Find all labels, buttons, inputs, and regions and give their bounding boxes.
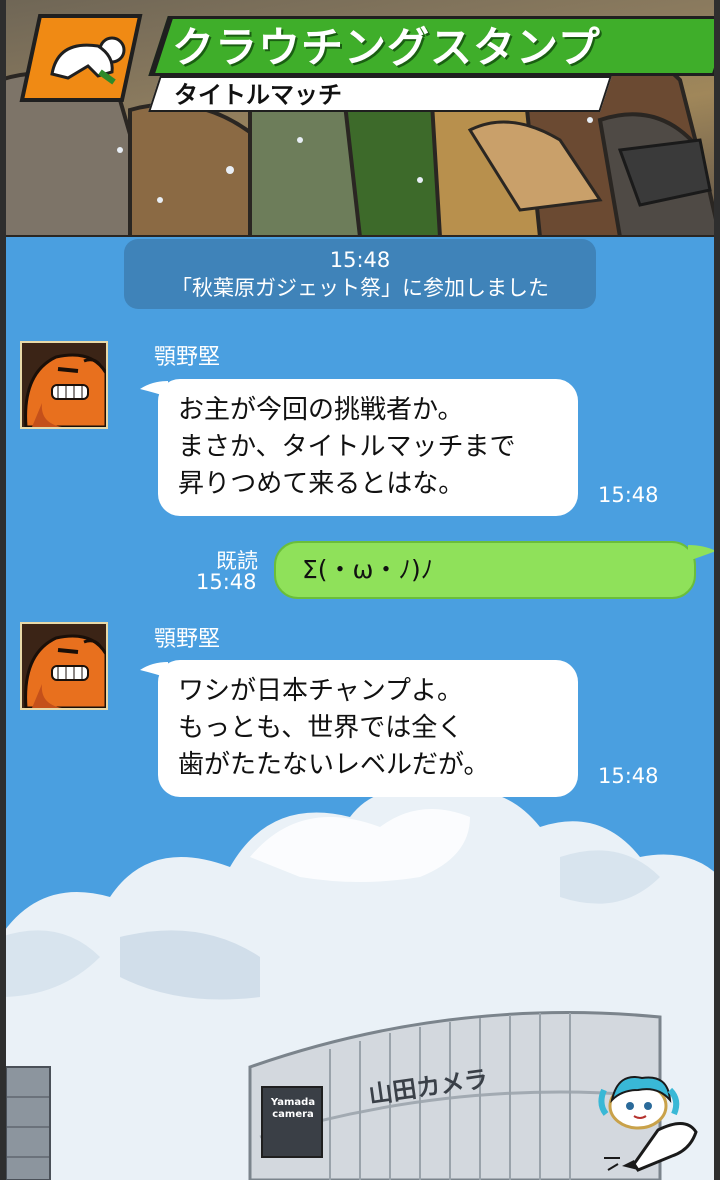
orange-brute-avatar-icon: [22, 343, 106, 427]
character-pen-icon[interactable]: [598, 1070, 702, 1174]
message-line: まさか、タイトルマッチまで: [178, 432, 516, 462]
sender-name: 顎野堅: [154, 345, 221, 370]
camera-logo-line2: camera: [272, 1109, 314, 1120]
message-line: お主が今回の挑戦者か。: [178, 395, 464, 425]
stamp-title: クラウチングスタンプ: [172, 23, 601, 72]
crouching-figure-icon: [19, 14, 143, 102]
message-time: 15:48: [598, 483, 659, 507]
system-message-text: 「秋葉原ガジェット祭」に参加しました: [171, 276, 549, 300]
system-message-time: 15:48: [329, 248, 391, 272]
frame-left-border: [0, 0, 6, 1180]
chat-area[interactable]: Yamada camera 山田カメラ 15:48 「秋葉原ガジェット祭」に参加…: [0, 237, 720, 1180]
camera-logo-line1: Yamada: [270, 1097, 316, 1108]
outgoing-bubble-tail: [688, 545, 716, 561]
message-line: ワシが日本チャンプよ。: [178, 676, 463, 706]
stamp-subtitle: タイトルマッチ: [174, 81, 342, 109]
message-bubble[interactable]: ワシが日本チャンプよ。 もっとも、世界では全く 歯がたたないレベルだが。: [158, 660, 578, 797]
outgoing-message-bubble[interactable]: Σ(・ω・ﾉ)ﾉ: [274, 541, 696, 599]
orange-brute-avatar-icon: [22, 624, 106, 708]
message-line: 歯がたたないレベルだが。: [178, 750, 490, 780]
message-line: 昇りつめて来るとはな。: [178, 469, 465, 499]
sender-avatar[interactable]: [20, 622, 108, 710]
frame-right-border: [714, 0, 720, 1180]
camera-store-logo: Yamada camera: [267, 1097, 319, 1121]
system-message: 15:48 「秋葉原ガジェット祭」に参加しました: [124, 239, 596, 309]
sender-avatar[interactable]: [20, 341, 108, 429]
message-time: 15:48: [598, 764, 659, 788]
message-line: もっとも、世界では全く: [178, 713, 464, 743]
title-banner: クラウチングスタンプ タイトルマッチ: [18, 10, 720, 112]
message-time: 15:48: [196, 570, 257, 594]
sender-name: 顎野堅: [154, 627, 221, 652]
message-bubble[interactable]: お主が今回の挑戦者か。 まさか、タイトルマッチまで 昇りつめて来るとはな。: [158, 379, 578, 516]
